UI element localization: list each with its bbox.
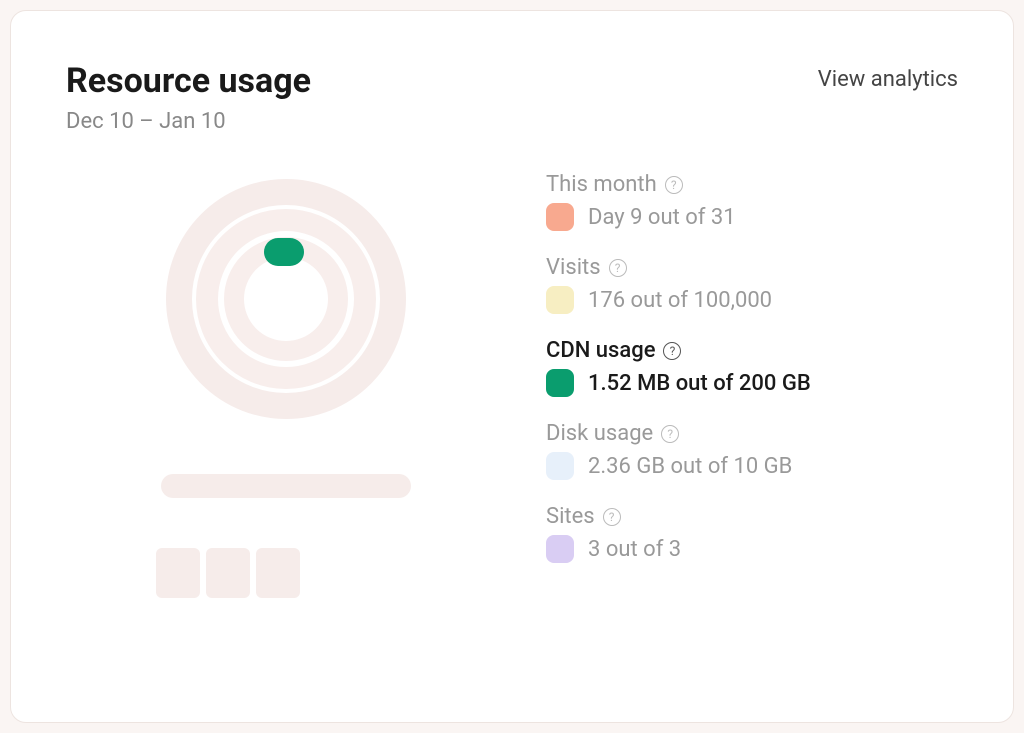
donut-chart (156, 174, 416, 424)
skeleton-block (156, 548, 200, 598)
resource-usage-card: Resource usage View analytics Dec 10 – J… (10, 10, 1014, 723)
skeleton-block (206, 548, 250, 598)
help-icon[interactable]: ? (665, 176, 683, 194)
color-swatch (546, 369, 574, 397)
color-swatch (546, 452, 574, 480)
metric-label: Disk usage (546, 421, 653, 446)
metric-visits[interactable]: Visits ? 176 out of 100,000 (546, 255, 958, 314)
color-swatch (546, 535, 574, 563)
skeleton-block (256, 548, 300, 598)
metric-label: CDN usage (546, 338, 655, 363)
donut-arc-cdn (264, 238, 304, 266)
view-analytics-link[interactable]: View analytics (818, 61, 958, 92)
skeleton-blocks (156, 548, 300, 598)
date-range: Dec 10 – Jan 10 (66, 109, 958, 134)
skeleton-bar (161, 474, 411, 498)
help-icon[interactable]: ? (661, 425, 679, 443)
metric-disk-usage[interactable]: Disk usage ? 2.36 GB out of 10 GB (546, 421, 958, 480)
color-swatch (546, 203, 574, 231)
card-title: Resource usage (66, 61, 311, 101)
metric-label: This month (546, 172, 657, 197)
metric-value: 1.52 MB out of 200 GB (588, 371, 811, 396)
metric-this-month[interactable]: This month ? Day 9 out of 31 (546, 172, 958, 231)
metric-sites[interactable]: Sites ? 3 out of 3 (546, 504, 958, 563)
metrics-list: This month ? Day 9 out of 31 Visits ? 17… (546, 164, 958, 598)
metric-value: 2.36 GB out of 10 GB (588, 454, 792, 479)
metric-label: Sites (546, 504, 595, 529)
metric-value: Day 9 out of 31 (588, 205, 736, 230)
card-content: This month ? Day 9 out of 31 Visits ? 17… (66, 164, 958, 598)
card-header: Resource usage View analytics (66, 61, 958, 101)
help-icon[interactable]: ? (663, 342, 681, 360)
metric-value: 3 out of 3 (588, 537, 681, 562)
help-icon[interactable]: ? (609, 259, 627, 277)
chart-column (66, 164, 506, 598)
metric-label: Visits (546, 255, 601, 280)
color-swatch (546, 286, 574, 314)
metric-cdn-usage[interactable]: CDN usage ? 1.52 MB out of 200 GB (546, 338, 958, 397)
metric-value: 176 out of 100,000 (588, 288, 772, 313)
help-icon[interactable]: ? (603, 508, 621, 526)
